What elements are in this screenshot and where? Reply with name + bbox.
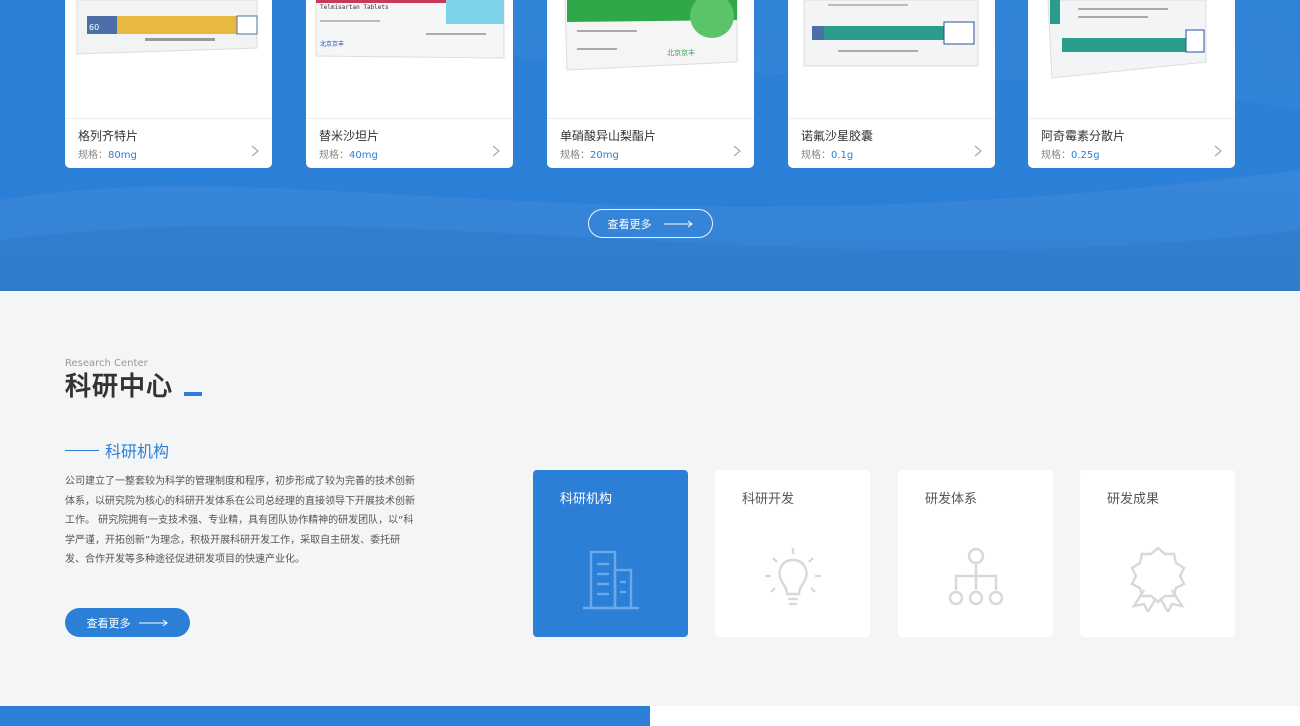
- research-card-achievements[interactable]: 研发成果: [1080, 470, 1235, 637]
- product-card[interactable]: 60 格列齐特片 规格：80mg: [65, 0, 272, 168]
- product-spec: 规格：0.1g: [801, 150, 854, 161]
- product-name: 替米沙坦片: [319, 129, 380, 143]
- product-spec: 规格：80mg: [78, 150, 137, 161]
- title-accent-bar: [184, 392, 202, 396]
- product-card[interactable]: 北京京丰 单硝酸异山梨酯片 规格：20mg: [547, 0, 754, 168]
- product-info: 诺氟沙星胶囊 规格：0.1g: [788, 118, 995, 168]
- product-name: 阿奇霉素分散片: [1041, 129, 1126, 143]
- product-card[interactable]: 阿奇霉素分散片 规格：0.25g: [1028, 0, 1235, 168]
- research-description: 公司建立了一整套较为科学的管理制度和程序，初步形成了较为完善的技术创新体系，以研…: [65, 476, 415, 565]
- product-info: 阿奇霉素分散片 规格：0.25g: [1028, 118, 1235, 168]
- product-band: 60 格列齐特片 规格：80mg Telmisartan Tablets 北京京…: [0, 0, 1300, 291]
- research-more-button[interactable]: 查看更多: [65, 608, 190, 637]
- product-name: 格列齐特片: [78, 129, 139, 143]
- bottom-blue-band: [0, 706, 650, 726]
- research-subtitle: 科研机构: [65, 438, 169, 462]
- svg-text:北京京丰: 北京京丰: [667, 48, 695, 57]
- subtitle-dash: [65, 449, 99, 451]
- svg-text:北京京丰: 北京京丰: [320, 40, 344, 48]
- hierarchy-icon: [948, 547, 1003, 606]
- long-arrow-right-icon: [138, 619, 168, 626]
- lightbulb-icon: [764, 548, 821, 606]
- chevron-right-icon: [492, 145, 500, 157]
- product-image: Telmisartan Tablets 北京京丰: [306, 0, 513, 118]
- chevron-right-icon: [251, 145, 259, 157]
- product-name: 诺氟沙星胶囊: [801, 129, 874, 143]
- research-more-label: 查看更多: [86, 616, 131, 630]
- research-card-label: 研发体系: [925, 492, 978, 507]
- award-icon: [1129, 546, 1186, 612]
- research-card-institution[interactable]: 科研机构: [533, 470, 688, 637]
- research-card-label: 科研开发: [742, 492, 795, 507]
- svg-text:60: 60: [89, 23, 99, 32]
- product-name: 单硝酸异山梨酯片: [560, 129, 657, 143]
- chevron-right-icon: [974, 145, 982, 157]
- research-card-development[interactable]: 科研开发: [715, 470, 870, 637]
- svg-text:Telmisartan Tablets: Telmisartan Tablets: [320, 4, 389, 11]
- research-card-label: 研发成果: [1107, 492, 1160, 507]
- research-card-label: 科研机构: [560, 492, 613, 507]
- product-info: 格列齐特片 规格：80mg: [65, 118, 272, 168]
- product-image: 60: [65, 0, 272, 118]
- chevron-right-icon: [733, 145, 741, 157]
- products-more-label: 查看更多: [607, 217, 652, 231]
- bottom-white-band: [650, 706, 1300, 726]
- products-more-button[interactable]: 查看更多: [588, 209, 713, 238]
- product-image: [1028, 0, 1235, 118]
- product-image: [788, 0, 995, 118]
- chevron-right-icon: [1214, 145, 1222, 157]
- long-arrow-right-icon: [663, 220, 693, 227]
- product-spec: 规格：0.25g: [1041, 150, 1100, 161]
- product-info: 替米沙坦片 规格：40mg: [306, 118, 513, 168]
- research-subtitle-label: 科研机构: [105, 442, 170, 461]
- product-spec: 规格：40mg: [319, 150, 378, 161]
- research-card-system[interactable]: 研发体系: [898, 470, 1053, 637]
- product-info: 单硝酸异山梨酯片 规格：20mg: [547, 118, 754, 168]
- research-title: 科研中心: [65, 372, 174, 402]
- product-image: 北京京丰: [547, 0, 754, 118]
- building-icon: [582, 550, 639, 610]
- product-card[interactable]: Telmisartan Tablets 北京京丰 替米沙坦片 规格：40mg: [306, 0, 513, 168]
- product-card[interactable]: 诺氟沙星胶囊 规格：0.1g: [788, 0, 995, 168]
- product-spec: 规格：20mg: [560, 150, 619, 161]
